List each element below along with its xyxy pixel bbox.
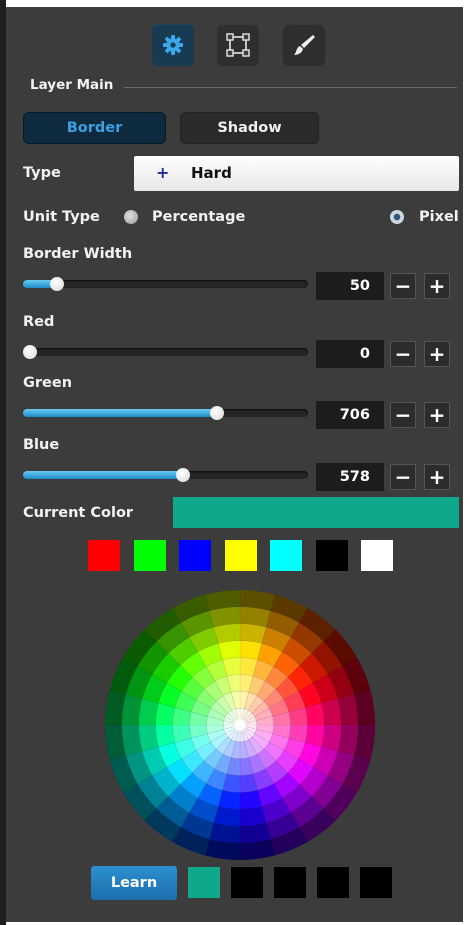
slider-value[interactable]: 578 [316,463,384,491]
preset-swatch[interactable] [224,540,257,571]
slider-thumb[interactable] [209,406,224,420]
decrement-button[interactable]: − [390,273,416,299]
type-value: Hard [191,164,232,182]
section-title: Layer Main [30,77,114,93]
preset-swatch[interactable] [361,540,393,571]
percentage-label: Percentage [152,209,246,225]
right-margin [463,0,470,925]
current-color-label: Current Color [23,505,134,521]
history-swatch[interactable] [317,867,349,898]
decrement-button[interactable]: − [390,341,416,367]
settings-tab-button[interactable] [152,24,194,66]
slider-track[interactable] [23,277,308,291]
history-swatch[interactable] [188,867,220,898]
type-select[interactable]: + Hard [134,156,459,191]
preset-swatch[interactable] [270,540,302,571]
transform-icon [226,33,250,57]
slider-fill [23,409,221,417]
slider-value[interactable]: 0 [316,340,384,368]
history-swatch[interactable] [231,867,263,898]
slider-thumb[interactable] [175,468,190,482]
slider-track[interactable] [23,468,308,482]
learn-button[interactable]: Learn [91,866,177,900]
gear-icon [163,35,183,55]
slider-label: Green [23,375,73,391]
history-swatch[interactable] [360,867,392,898]
slider-value[interactable]: 50 [316,272,384,300]
preset-swatch[interactable] [179,540,211,571]
increment-button[interactable]: + [424,273,450,299]
decrement-button[interactable]: − [390,402,416,428]
slider-thumb[interactable] [23,345,37,359]
unit-type-label: Unit Type [23,209,100,225]
section-divider [124,87,457,88]
tab-border[interactable]: Border [23,112,166,144]
increment-button[interactable]: + [424,402,450,428]
preset-swatch[interactable] [315,540,348,571]
slider-fill [23,471,187,479]
preset-swatch[interactable] [133,540,166,571]
expand-icon: + [156,163,170,182]
slider-track[interactable] [23,406,308,420]
style-tab-button[interactable] [283,24,325,66]
increment-button[interactable]: + [424,464,450,490]
color-wheel[interactable] [105,590,375,860]
slider-label: Red [23,314,55,330]
pixel-radio[interactable] [390,210,404,224]
transform-tab-button[interactable] [217,24,259,66]
type-label: Type [23,165,61,181]
history-swatch[interactable] [274,867,306,898]
tab-shadow[interactable]: Shadow [180,112,319,144]
slider-value[interactable]: 706 [316,401,384,429]
decrement-button[interactable]: − [390,464,416,490]
wheel-selector[interactable] [234,719,246,731]
percentage-radio[interactable] [124,210,138,224]
slider-label: Blue [23,437,60,453]
increment-button[interactable]: + [424,341,450,367]
brush-icon [294,35,315,55]
slider-track[interactable] [23,345,308,359]
slider-label: Border Width [23,246,133,262]
current-color-swatch [173,497,459,528]
preset-swatch[interactable] [88,540,120,571]
pixel-label: Pixel [419,209,459,225]
